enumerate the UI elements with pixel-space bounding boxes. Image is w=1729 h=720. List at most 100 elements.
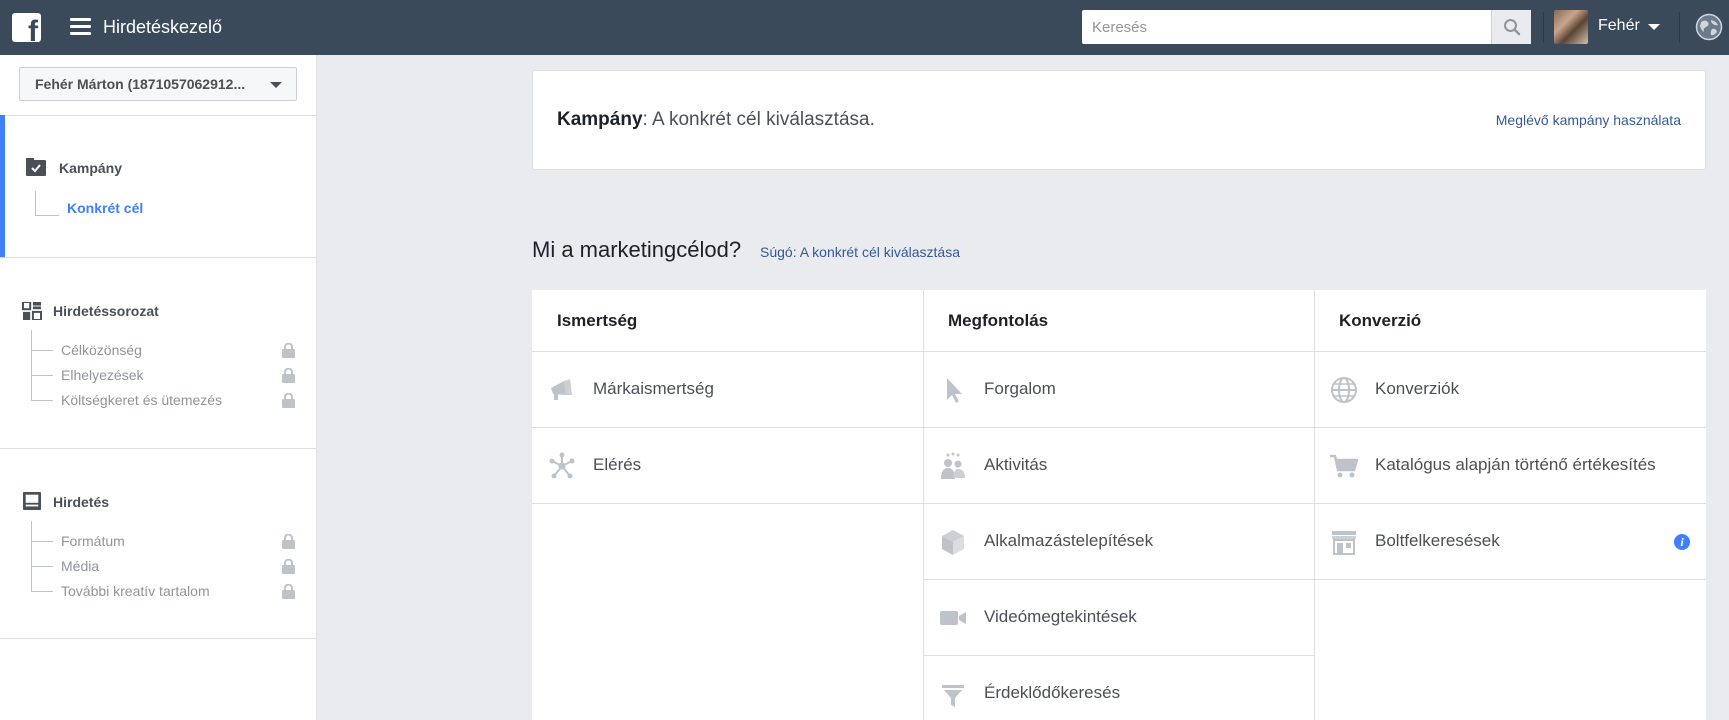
objective-column-consideration: Megfontolás Forgalom Aktivitás Alkalmazá… (923, 290, 1315, 720)
search-input[interactable] (1082, 10, 1492, 44)
lock-icon (282, 534, 295, 549)
sidebar-item-objective[interactable]: Konkrét cél (67, 200, 143, 216)
marketing-objective-question: Mi a marketingcélod? (532, 237, 742, 262)
campaign-card-title: Kampány: A konkrét cél kiválasztása. (557, 109, 875, 131)
avatar[interactable] (1554, 10, 1588, 44)
logo-letter: f (28, 15, 38, 43)
objective-store-visits[interactable]: Boltfelkeresések i (1314, 504, 1706, 580)
objective-label: Alkalmazástelepítések (984, 531, 1154, 550)
topbar-divider (1543, 12, 1544, 43)
sidebar-item-media[interactable]: Média (61, 558, 99, 574)
info-icon[interactable]: i (1674, 534, 1690, 550)
objective-label: Aktivitás (984, 455, 1048, 474)
tree-branch (31, 541, 53, 542)
column-header: Ismertség (532, 290, 924, 352)
lock-icon (282, 393, 295, 408)
sidebar-divider (0, 257, 316, 258)
tree-line (35, 191, 36, 215)
objective-traffic[interactable]: Forgalom (923, 352, 1315, 428)
tree-line (31, 521, 32, 591)
objective-label: Márkaismertség (593, 379, 714, 398)
tree-branch (31, 350, 53, 351)
shopping-cart-icon (1330, 454, 1358, 478)
objective-label: Konverziók (1375, 379, 1460, 398)
objective-label: Forgalom (984, 379, 1056, 398)
account-selector[interactable]: Fehér Márton (1871057062912... (19, 67, 297, 101)
facebook-logo-icon[interactable]: f (12, 13, 41, 42)
objective-app-installs[interactable]: Alkalmazástelepítések (923, 504, 1315, 580)
megaphone-icon (551, 379, 572, 400)
sidebar-divider (0, 115, 316, 116)
lock-icon (282, 584, 295, 599)
store-icon (1332, 531, 1356, 555)
tree-branch (35, 215, 59, 216)
objective-label: Videómegtekintések (984, 607, 1137, 626)
sidebar-item-format[interactable]: Formátum (61, 533, 125, 549)
adset-grid-icon (22, 302, 42, 320)
tree-branch (31, 375, 53, 376)
ad-preview-icon (23, 492, 41, 510)
search-box (1082, 10, 1531, 44)
objective-video-views[interactable]: Videómegtekintések (923, 580, 1315, 656)
objective-conversions[interactable]: Konverziók (1314, 352, 1706, 428)
tree-branch (31, 591, 53, 592)
sidebar-section-ad[interactable]: Hirdetés (53, 494, 109, 510)
app-title[interactable]: Hirdetéskezelő (103, 17, 222, 38)
objective-engagement[interactable]: Aktivitás (923, 428, 1315, 504)
account-label: Fehér Márton (1871057062912... (35, 76, 246, 92)
lock-icon (282, 368, 295, 383)
user-name[interactable]: Fehér (1598, 17, 1640, 35)
objective-column-awareness: Ismertség Márkaismertség Elérés (532, 290, 924, 720)
objective-column-conversion: Konverzió Konverziók Katalógus alapján t… (1314, 290, 1706, 720)
campaign-header-card: Kampány: A konkrét cél kiválasztása. Meg… (532, 70, 1706, 170)
objectives-grid: Ismertség Márkaismertség Elérés Megfonto… (532, 290, 1706, 720)
objective-label: Elérés (593, 455, 642, 474)
reach-icon (549, 452, 575, 479)
sidebar: Fehér Márton (1871057062912... Kampány K… (0, 55, 317, 720)
column-header: Megfontolás (923, 290, 1315, 352)
objective-label: Érdeklődőkeresés (984, 683, 1121, 702)
campaign-checkbox-icon (26, 158, 46, 176)
objective-label: Boltfelkeresések (1375, 531, 1500, 550)
chevron-down-icon (270, 82, 282, 88)
hamburger-menu-icon[interactable] (70, 18, 91, 36)
people-icon (941, 452, 965, 479)
objective-label: Katalógus alapján történő értékesítés (1375, 455, 1656, 474)
sidebar-item-audience[interactable]: Célközönség (61, 342, 142, 358)
box-icon (942, 530, 964, 555)
sidebar-divider (0, 638, 316, 639)
sidebar-divider (0, 448, 316, 449)
funnel-icon (942, 685, 964, 707)
column-divider (1314, 290, 1315, 720)
column-divider (923, 290, 924, 720)
campaign-subtitle: : A konkrét cél kiválasztása. (642, 109, 875, 130)
lock-icon (282, 559, 295, 574)
top-bar: f Hirdetéskezelő Fehér (0, 0, 1729, 55)
sidebar-section-adset[interactable]: Hirdetéssorozat (53, 303, 159, 319)
tree-line (31, 330, 32, 400)
topbar-divider (1679, 12, 1680, 43)
sidebar-item-creative[interactable]: További kreatív tartalom (61, 583, 210, 599)
search-icon (1503, 19, 1520, 36)
tree-branch (31, 400, 53, 401)
use-existing-campaign-link[interactable]: Meglévő kampány használata (1496, 112, 1681, 128)
objective-lead-generation[interactable]: Érdeklődőkeresés (923, 656, 1315, 720)
cursor-icon (947, 378, 962, 403)
campaign-label: Kampány (557, 109, 643, 130)
sidebar-item-budget-schedule[interactable]: Költségkeret és ütemezés (61, 392, 222, 408)
tree-branch (31, 566, 53, 567)
globe-icon[interactable] (1695, 13, 1723, 41)
objective-catalog-sales[interactable]: Katalógus alapján történő értékesítés (1314, 428, 1706, 504)
objective-reach[interactable]: Elérés (532, 428, 924, 504)
column-header: Konverzió (1314, 290, 1706, 352)
sidebar-section-campaign[interactable]: Kampány (59, 160, 122, 176)
video-camera-icon (940, 611, 966, 625)
help-link[interactable]: Súgó: A konkrét cél kiválasztása (760, 244, 960, 260)
active-section-indicator (0, 115, 5, 257)
chevron-down-icon[interactable] (1648, 24, 1660, 30)
globe-icon (1331, 377, 1357, 403)
objective-brand-awareness[interactable]: Márkaismertség (532, 352, 924, 428)
sidebar-item-placements[interactable]: Elhelyezések (61, 367, 144, 383)
search-button[interactable] (1491, 10, 1531, 44)
lock-icon (282, 343, 295, 358)
